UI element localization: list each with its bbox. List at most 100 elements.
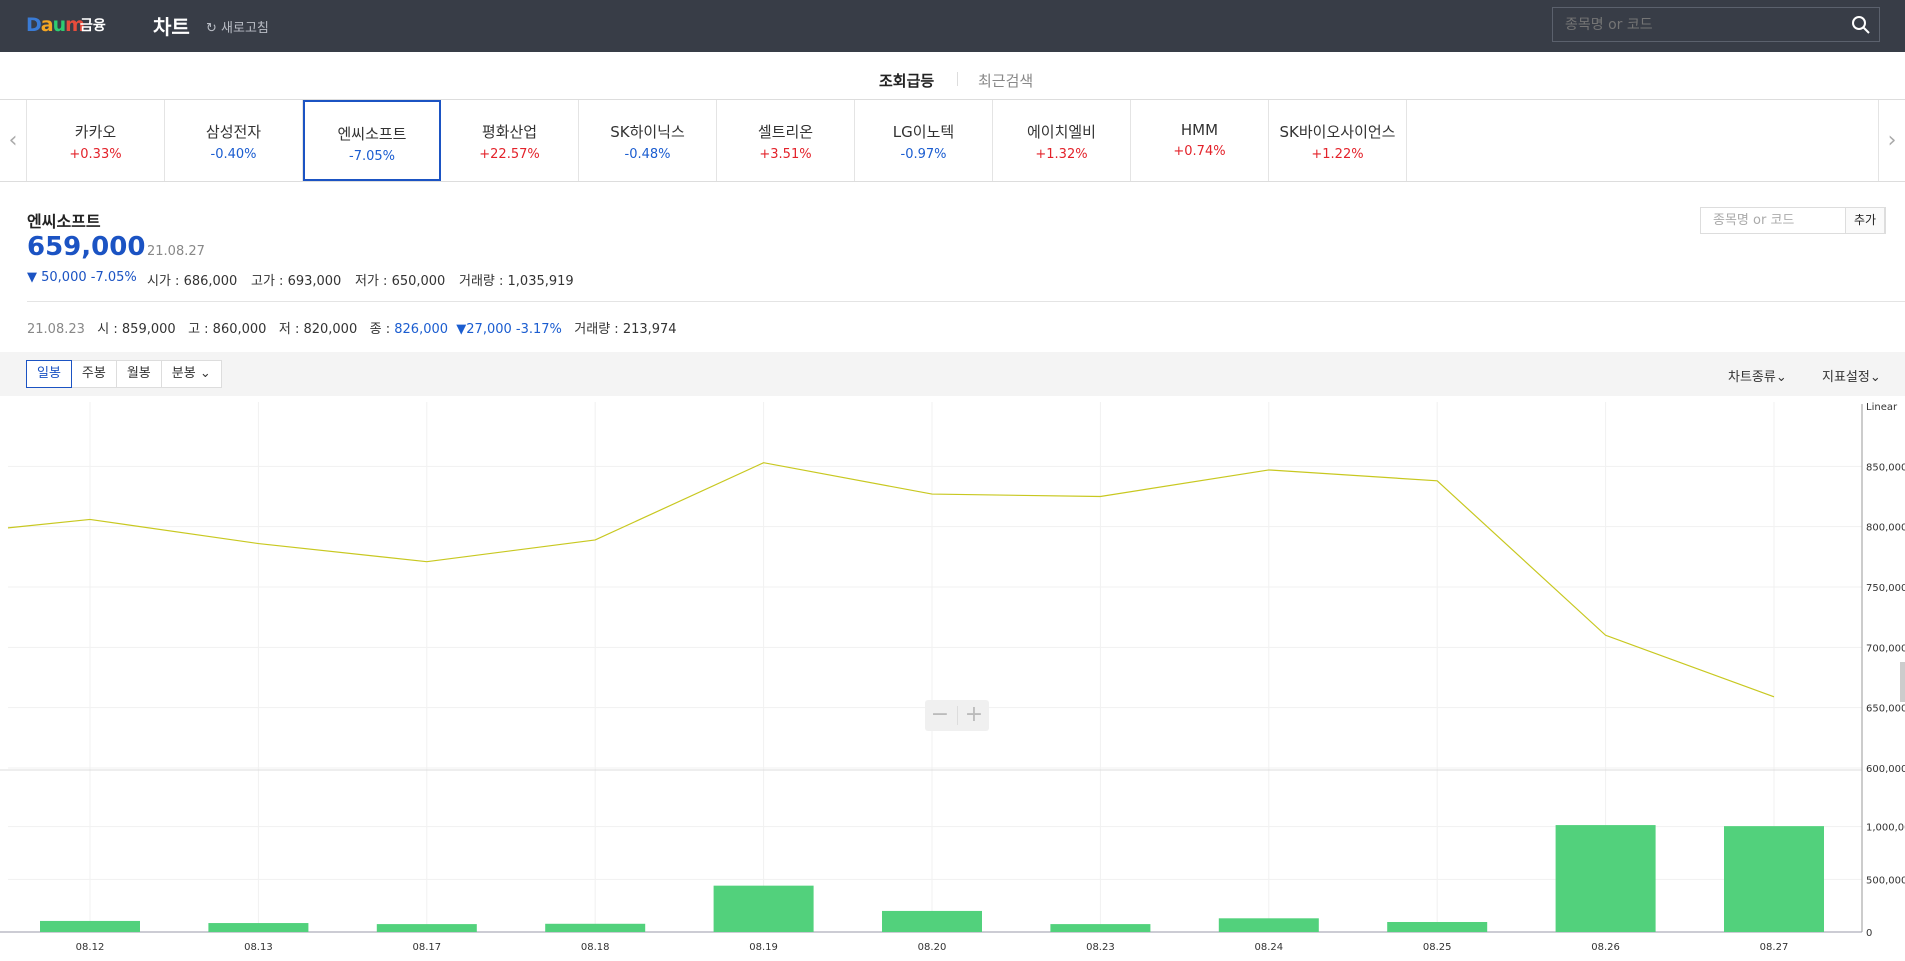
page-title: 차트 — [153, 15, 190, 39]
tab-recent[interactable]: 최근검색 — [978, 70, 1033, 91]
finance-label[interactable]: 금융 — [80, 15, 106, 35]
high-price: 고가 : 693,000 — [251, 274, 342, 289]
period-minute[interactable]: 분봉 ⌄ — [160, 360, 222, 388]
date-tick-label: 08.18 — [581, 942, 610, 953]
chart-type-dropdown[interactable]: 차트종류⌄ — [1728, 366, 1787, 385]
volume-bar — [1218, 918, 1319, 932]
stock-item[interactable]: 카카오 +0.33% — [27, 100, 165, 181]
stock-item-name: 에이치엘비 — [1026, 123, 1096, 141]
volume-tick-label: 500,000 — [1866, 875, 1905, 886]
period-daily[interactable]: 일봉 — [26, 360, 72, 388]
top-bar: Daum 금융 차트 ↻ 새로고침 — [0, 0, 1905, 52]
volume-bar — [208, 923, 309, 932]
zoom-in-icon[interactable]: + — [959, 702, 989, 727]
stock-item[interactable]: 셀트리온 +3.51% — [717, 100, 855, 181]
date-tick-label: 08.27 — [1760, 942, 1789, 953]
price-tick-label: 600,000 — [1866, 764, 1905, 775]
period-minute-label: 분봉 — [171, 366, 196, 381]
price-date: 21.08.27 — [147, 244, 205, 259]
period-monthly[interactable]: 월봉 — [115, 360, 162, 388]
date-tick-label: 08.26 — [1591, 942, 1620, 953]
volume-bar — [1555, 825, 1656, 932]
prev-arrow-icon[interactable]: ‹ — [0, 100, 27, 181]
stock-item-name: SK바이오사이언스 — [1279, 123, 1396, 141]
volume-bar — [545, 923, 646, 932]
open-price: 시가 : 686,000 — [147, 274, 238, 289]
date-tick-label: 08.17 — [412, 942, 441, 953]
zoom-control: − + — [925, 700, 989, 731]
stock-item-change: +3.51% — [759, 147, 812, 162]
price-tick-label: 700,000 — [1866, 643, 1905, 654]
hover-close: 826,000 — [394, 322, 449, 337]
date-tick-label: 08.25 — [1423, 942, 1452, 953]
stock-item[interactable]: 엔씨소프트 -7.05% — [303, 100, 441, 181]
add-stock-box: 추가 — [1700, 207, 1886, 234]
search-icon[interactable] — [1851, 15, 1871, 35]
period-weekly[interactable]: 주봉 — [70, 360, 117, 388]
zoom-out-icon[interactable]: − — [925, 702, 955, 727]
indicator-dropdown[interactable]: 지표설정⌄ — [1822, 366, 1881, 385]
add-button[interactable]: 추가 — [1845, 207, 1885, 234]
price-line — [7, 462, 1775, 698]
stock-item-change: -7.05% — [349, 149, 395, 164]
date-tick-label: 08.12 — [76, 942, 105, 953]
search-box — [1552, 7, 1880, 42]
scrollbar-thumb[interactable] — [1900, 662, 1905, 702]
volume-tick-label: 1,000,000 — [1866, 823, 1905, 834]
stock-item-change: +22.57% — [479, 147, 540, 162]
date-tick-label: 08.24 — [1254, 942, 1283, 953]
hover-info: 21.08.23 시 : 859,000 고 : 860,000 저 : 820… — [27, 318, 677, 337]
chart-toolbar: 일봉 주봉 월봉 분봉 ⌄ 차트종류⌄ 지표설정⌄ — [0, 352, 1905, 396]
stock-item[interactable]: LG이노텍 -0.97% — [855, 100, 993, 181]
stock-carousel: ‹ 카카오 +0.33% 삼성전자 -0.40% 엔씨소프트 -7.05% 평화산업 … — [0, 100, 1905, 182]
volume-bar — [1724, 826, 1824, 932]
stock-name: 엔씨소프트 — [27, 212, 101, 231]
tab-popular[interactable]: 조회급등 — [879, 70, 934, 91]
add-stock-input[interactable] — [1713, 208, 1843, 233]
price-tick-label: 650,000 — [1866, 704, 1905, 715]
volume-bar — [376, 924, 477, 932]
stock-item-change: +1.32% — [1035, 147, 1088, 162]
stock-item-change: -0.40% — [210, 147, 257, 162]
tab-bar: 조회급등 최근검색 — [0, 52, 1905, 100]
chevron-down-icon: ⌄ — [1775, 370, 1787, 385]
price-tick-label: 750,000 — [1866, 583, 1905, 594]
stock-item[interactable]: SK바이오사이언스 +1.22% — [1269, 100, 1407, 181]
stock-item[interactable]: 에이치엘비 +1.32% — [993, 100, 1131, 181]
stock-item-name: 삼성전자 — [205, 123, 262, 141]
stock-item-name: LG이노텍 — [892, 123, 955, 141]
refresh-icon: ↻ — [206, 21, 217, 36]
current-price: 659,000 — [27, 232, 146, 262]
search-input[interactable] — [1565, 8, 1835, 41]
hover-open: 시 : 859,000 — [97, 322, 176, 337]
divider — [27, 301, 1905, 302]
stock-item-name: SK하이닉스 — [610, 123, 685, 141]
stock-item-change: -0.97% — [900, 147, 947, 162]
chart-type-label: 차트종류 — [1728, 370, 1776, 385]
stock-item-name: 엔씨소프트 — [337, 125, 407, 143]
stock-item-change: -0.48% — [624, 147, 671, 162]
chevron-down-icon: ⌄ — [199, 366, 211, 381]
volume-bar — [40, 920, 140, 932]
stock-item[interactable]: SK하이닉스 -0.48% — [579, 100, 717, 181]
stock-item[interactable]: HMM +0.74% — [1131, 100, 1269, 181]
volume-tick-label: 0 — [1866, 928, 1872, 939]
zoom-divider — [957, 706, 958, 725]
price-chart[interactable]: 850,000 800,000 750,000 700,000 650,000 600,0… — [0, 396, 1905, 961]
daum-logo[interactable]: Daum — [26, 14, 85, 36]
stock-item[interactable]: 평화산업 +22.57% — [441, 100, 579, 181]
stock-item-name: 평화산업 — [481, 123, 538, 141]
volume-bar — [1387, 921, 1488, 932]
refresh-button[interactable]: ↻ 새로고침 — [206, 17, 269, 36]
stock-item-change: +0.74% — [1173, 144, 1226, 159]
date-tick-label: 08.20 — [918, 942, 947, 953]
volume-bar — [882, 910, 982, 932]
next-arrow-icon[interactable]: › — [1878, 100, 1905, 181]
stock-item[interactable]: 삼성전자 -0.40% — [165, 100, 303, 181]
tab-divider — [957, 72, 958, 86]
stock-item-name: 카카오 — [74, 123, 117, 141]
price-tick-label: 850,000 — [1866, 462, 1905, 473]
chevron-down-icon: ⌄ — [1869, 370, 1881, 385]
stock-item-change: +0.33% — [69, 147, 122, 162]
indicator-label: 지표설정 — [1822, 370, 1870, 385]
